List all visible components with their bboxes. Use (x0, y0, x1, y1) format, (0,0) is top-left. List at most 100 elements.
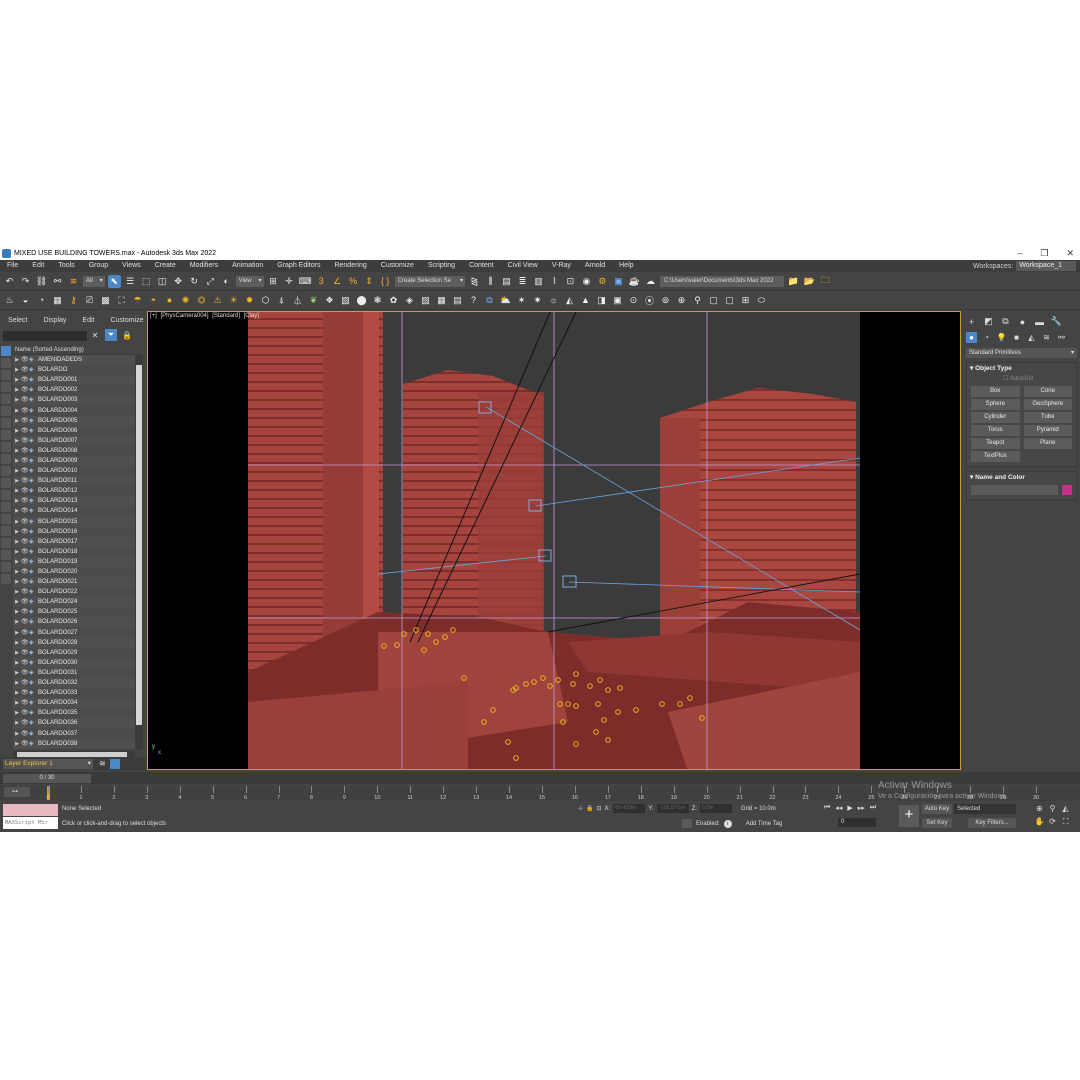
current-frame-field[interactable]: 0 (838, 818, 876, 827)
plane-button[interactable]: Plane (1023, 438, 1072, 449)
viewport-camera-label[interactable]: [PhysCamera004] (161, 313, 209, 319)
layer-icon[interactable]: ◈ (29, 678, 38, 688)
arnold-sphere-icon[interactable]: ⬤ (355, 294, 368, 307)
eye-icon[interactable]: 👁 (21, 517, 29, 527)
expand-arrow-icon[interactable]: ▶ (13, 506, 21, 516)
eye-icon[interactable]: 👁 (21, 537, 29, 547)
list-item[interactable]: ▶ 👁 ◈ BOLARDO008 (13, 446, 135, 456)
layer-icon[interactable]: ◈ (29, 688, 38, 698)
layer-icon[interactable]: ◈ (29, 385, 38, 395)
list-item[interactable]: ▶ 👁 ◈ BOLARDO036 (13, 718, 135, 729)
select-scale-icon[interactable]: ⤢ (204, 275, 217, 288)
window-crossing-icon[interactable]: ◫ (156, 275, 169, 288)
vray-ambient-light-icon[interactable]: ⚠ (211, 294, 224, 307)
camera-viewport[interactable]: [+] [PhysCamera004] [Standard] [Clay] x … (147, 311, 961, 770)
scrollbar-thumb[interactable] (136, 365, 142, 725)
eye-icon[interactable]: 👁 (21, 466, 29, 476)
arnold-list-icon[interactable]: ▤ (451, 294, 464, 307)
display-groups-icon[interactable] (1, 418, 11, 428)
display-none-icon[interactable] (1, 502, 11, 512)
eye-icon[interactable]: 👁 (21, 557, 29, 567)
list-item[interactable]: ▶ 👁 ◈ BOLARDO016 (13, 527, 135, 537)
arnold-mesh-icon[interactable]: ◭ (563, 294, 576, 307)
eye-icon[interactable]: 👁 (21, 688, 29, 698)
expand-arrow-icon[interactable]: ▶ (13, 587, 21, 597)
vray-sphere-light-icon[interactable]: ● (163, 294, 176, 307)
expand-arrow-icon[interactable]: ▶ (13, 648, 21, 658)
next-frame-icon[interactable]: ▸▸ (858, 804, 865, 812)
layer-icon[interactable]: ◈ (29, 587, 38, 597)
eye-icon[interactable]: 👁 (21, 375, 29, 385)
rectangular-selection-icon[interactable]: ⬚ (140, 275, 153, 288)
layer-icon[interactable]: ◈ (29, 668, 38, 678)
menu-customize[interactable]: Customize (374, 260, 421, 272)
orbit-icon[interactable]: ⟳ (1047, 816, 1058, 827)
layer-icon[interactable]: ◈ (29, 557, 38, 567)
y-coordinate-field[interactable]: -106.571m (656, 804, 689, 813)
box-button[interactable]: Box (971, 386, 1020, 397)
clear-search-icon[interactable]: ✕ (89, 329, 101, 341)
expand-arrow-icon[interactable]: ▶ (13, 426, 21, 436)
layer-icon[interactable]: ◈ (29, 718, 38, 728)
maximize-viewport-icon[interactable]: ⛶ (1060, 816, 1071, 827)
vray-interactive-icon[interactable]: ◒ (19, 294, 32, 307)
list-item[interactable]: ▶ 👁 ◈ BOLARDO006 (13, 426, 135, 436)
layers-icon[interactable]: ≋ (99, 759, 106, 768)
list-item[interactable]: ▶ 👁 ◈ BOLARDO028 (13, 637, 135, 648)
fov-icon[interactable]: ◭ (1060, 803, 1071, 814)
menu-rendering[interactable]: Rendering (327, 260, 373, 272)
vray-physical-camera-icon[interactable]: ▩ (99, 294, 112, 307)
arnold-lamp-icon[interactable]: ⚲ (691, 294, 704, 307)
list-item[interactable]: ▶ 👁 ◈ BOLARDO014 (13, 506, 135, 516)
eye-icon[interactable]: 👁 (21, 678, 29, 688)
menu-vray[interactable]: V-Ray (545, 260, 578, 272)
curve-editor-icon[interactable]: ⌇ (548, 275, 561, 288)
expand-arrow-icon[interactable]: ▶ (13, 466, 21, 476)
eye-icon[interactable]: 👁 (21, 567, 29, 577)
eye-icon[interactable]: 👁 (21, 587, 29, 597)
percent-snap-icon[interactable]: % (347, 275, 360, 288)
geosphere-button[interactable]: GeoSphere (1023, 399, 1072, 410)
arnold-light-2-icon[interactable]: ✷ (531, 294, 544, 307)
maximize-button[interactable]: ❐ (1040, 246, 1048, 260)
bind-space-warp-icon[interactable]: ≋ (67, 275, 80, 288)
list-item[interactable]: ▶ 👁 ◈ BOLARDO019 (13, 556, 135, 567)
list-item[interactable]: ▶ 👁 ◈ BOLARDO003 (13, 395, 135, 406)
mirror-icon[interactable]: ⧎ (468, 275, 481, 288)
expand-arrow-icon[interactable]: ▶ (13, 698, 21, 708)
torus-button[interactable]: Torus (971, 425, 1020, 436)
layer-icon[interactable]: ◈ (29, 446, 38, 456)
list-item[interactable]: ▶ 👁 ◈ BOLARDO015 (13, 516, 135, 527)
tube-button[interactable]: Tube (1023, 412, 1072, 423)
vray-teapot-icon[interactable]: ♨ (3, 294, 16, 307)
expand-arrow-icon[interactable]: ▶ (13, 577, 21, 587)
z-coordinate-field[interactable]: 0.0m (699, 804, 732, 813)
eye-icon[interactable]: 👁 (21, 577, 29, 587)
reference-coordinate-dropdown[interactable]: View (235, 275, 264, 287)
vray-ies-light-icon[interactable]: ⏣ (195, 294, 208, 307)
geometry-icon[interactable]: ● (966, 332, 977, 343)
play-icon[interactable]: ▶ (847, 804, 852, 812)
eye-icon[interactable]: 👁 (21, 698, 29, 708)
display-spacewarps-icon[interactable] (1, 406, 11, 416)
list-item[interactable]: ▶ 👁 ◈ BOLARDO011 (13, 476, 135, 487)
list-item[interactable]: ▶ 👁 ◈ BOLARDO020 (13, 567, 135, 577)
primitive-category-dropdown[interactable]: Standard Primitives (966, 348, 1077, 358)
expand-arrow-icon[interactable]: ▶ (13, 638, 21, 648)
layer-icon[interactable]: ◈ (29, 406, 38, 416)
schematic-view-icon[interactable]: ⊡ (564, 275, 577, 288)
display-containers-icon[interactable] (1, 454, 11, 464)
cone-button[interactable]: Cone (1023, 386, 1072, 397)
expand-arrow-icon[interactable]: ▶ (13, 567, 21, 577)
eye-icon[interactable]: 👁 (21, 718, 29, 728)
layer-icon[interactable]: ◈ (29, 577, 38, 587)
list-item[interactable]: ▶ 👁 ◈ BOLARDO034 (13, 698, 135, 709)
eye-icon[interactable]: 👁 (21, 658, 29, 668)
display-selection-icon[interactable] (1, 562, 11, 572)
layer-icon[interactable]: ◈ (29, 426, 38, 436)
open-folder-icon[interactable]: 📂 (803, 275, 816, 288)
expand-arrow-icon[interactable]: ▶ (13, 416, 21, 426)
explorer-vertical-scrollbar[interactable] (135, 355, 143, 749)
list-item[interactable]: ▶ 👁 ◈ BOLARDO013 (13, 496, 135, 507)
eye-icon[interactable]: 👁 (21, 496, 29, 506)
